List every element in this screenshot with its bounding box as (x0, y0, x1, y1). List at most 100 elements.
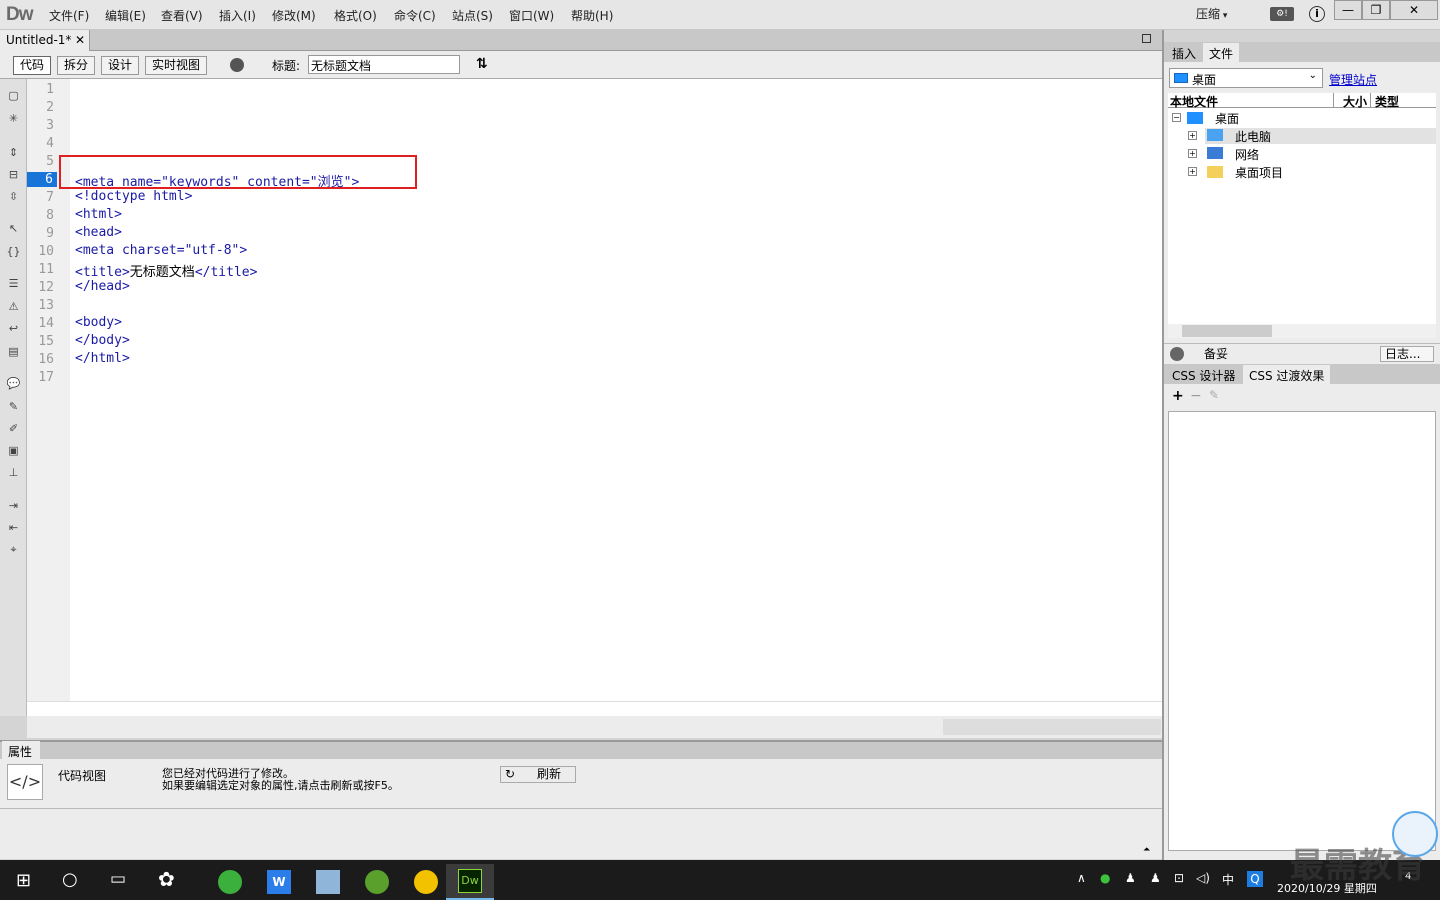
wechat-icon[interactable]: ● (1100, 871, 1110, 885)
apply-comment-icon[interactable]: 💬 (6, 377, 21, 391)
code-line-16[interactable]: </html> (75, 351, 130, 366)
search-icon[interactable]: ○ (62, 869, 78, 890)
tree-item-desktop-items[interactable]: 桌面项目 (1235, 164, 1283, 181)
workspace-switcher[interactable]: 压缩 (1196, 5, 1227, 22)
code-line-9[interactable]: <head> (75, 225, 122, 240)
highlight-invalid-code-icon[interactable]: ⚠ (6, 300, 21, 314)
tab-insert[interactable]: 插入 (1166, 43, 1203, 62)
word-wrap-icon[interactable]: ↩ (6, 322, 21, 336)
format-source-icon[interactable]: ⌖ (6, 543, 21, 557)
expand-tree-icon[interactable]: + (1188, 131, 1197, 140)
title-input[interactable]: 无标题文档 (308, 55, 460, 74)
code-line-14[interactable]: <body> (75, 315, 122, 330)
qq-icon[interactable]: ♟ (1125, 871, 1136, 885)
live-view-button[interactable]: 实时视图 (145, 56, 208, 75)
select-parent-tag-icon[interactable]: ↖ (6, 222, 21, 236)
security-icon (414, 870, 438, 894)
app-icon[interactable]: ✿ (158, 867, 175, 891)
tree-item-desktop[interactable]: 桌面 (1215, 110, 1239, 127)
code-line-10[interactable]: <meta charset="utf-8"> (75, 243, 247, 258)
menu-edit[interactable]: 编辑(E) (105, 7, 146, 24)
manage-sites-link[interactable]: 管理站点 (1329, 71, 1377, 88)
restore-icon[interactable] (1142, 34, 1151, 43)
move-css-icon[interactable]: ⊥ (6, 466, 21, 480)
tab-css-transitions[interactable]: CSS 过渡效果 (1243, 365, 1331, 384)
document-tab[interactable]: Untitled-1* ✕ (0, 30, 90, 51)
task-view-icon[interactable]: ▭ (110, 869, 126, 889)
balance-braces-icon[interactable]: {} (6, 245, 21, 259)
split-view-button[interactable]: 拆分 (57, 56, 96, 75)
log-button[interactable]: 日志... (1380, 346, 1434, 362)
editor-horizontal-scrollbar[interactable] (27, 701, 1162, 716)
taskbar-app[interactable] (304, 864, 352, 900)
menu-site[interactable]: 站点(S) (452, 7, 493, 24)
taskbar-app[interactable] (206, 864, 254, 900)
code-line-12[interactable]: </head> (75, 279, 130, 294)
collapse-tree-icon[interactable]: − (1172, 113, 1181, 122)
help-icon[interactable]: i (1309, 6, 1325, 22)
menu-file[interactable]: 文件(F) (49, 7, 89, 24)
code-view-button[interactable]: 代码 (13, 56, 52, 75)
collapse-icon[interactable]: ⏶ (1143, 845, 1150, 855)
collapse-selection-icon[interactable]: ⊟ (6, 168, 21, 182)
preview-globe-icon[interactable] (230, 58, 244, 72)
windows-start-icon[interactable]: ⊞ (16, 870, 31, 891)
menu-commands[interactable]: 命令(C) (394, 7, 436, 24)
show-code-navigator-icon[interactable]: ✳ (6, 112, 21, 126)
wrap-tag-icon[interactable]: ✐ (6, 422, 21, 436)
line-numbers-icon[interactable]: ☰ (6, 277, 21, 291)
tree-item-this-pc[interactable]: 此电脑 (1235, 128, 1271, 145)
close-tab-icon[interactable]: ✕ (75, 33, 85, 47)
taskbar-app[interactable]: W (255, 864, 303, 900)
remove-transition-icon[interactable]: − (1190, 388, 1202, 404)
site-select[interactable]: 桌面 ⌄ (1169, 68, 1323, 88)
edit-transition-icon[interactable]: ✎ (1209, 388, 1219, 402)
connect-icon[interactable] (1170, 347, 1184, 361)
menu-format[interactable]: 格式(O) (334, 7, 377, 24)
taskbar-app[interactable] (353, 864, 401, 900)
code-line-15[interactable]: </body> (75, 333, 130, 348)
tab-files[interactable]: 文件 (1203, 43, 1240, 62)
volume-icon[interactable]: ◁) (1196, 871, 1210, 885)
collapse-full-tag-icon[interactable]: ⇕ (6, 146, 21, 160)
menu-insert[interactable]: 插入(I) (219, 7, 256, 24)
expand-tree-icon[interactable]: + (1188, 167, 1197, 176)
menu-modify[interactable]: 修改(M) (272, 7, 316, 24)
network-tray-icon[interactable]: ⊡ (1174, 871, 1184, 885)
recent-snippets-icon[interactable]: ▣ (6, 444, 21, 458)
code-line-8[interactable]: <html> (75, 207, 122, 222)
chevron-up-icon[interactable]: ∧ (1077, 871, 1086, 885)
files-scroll-thumb[interactable] (1182, 325, 1272, 337)
taskbar-app[interactable] (402, 864, 450, 900)
status-bar-scroll-thumb[interactable] (943, 719, 1161, 735)
open-documents-icon[interactable]: ▢ (6, 89, 21, 103)
tree-item-network[interactable]: 网络 (1235, 146, 1259, 163)
network-icon (1207, 147, 1223, 159)
tab-css-designer[interactable]: CSS 设计器 (1166, 365, 1242, 384)
editor-vertical-scrollbar[interactable] (1150, 79, 1162, 701)
minimize-button[interactable]: — (1334, 0, 1362, 20)
ime-indicator[interactable]: 中 (1222, 871, 1234, 888)
add-transition-icon[interactable]: + (1172, 388, 1184, 404)
remove-comment-icon[interactable]: ✎ (6, 400, 21, 414)
gear-icon[interactable]: ⚙! (1270, 7, 1294, 21)
menu-window[interactable]: 窗口(W) (509, 7, 554, 24)
q-app-icon[interactable]: Q (1247, 871, 1263, 887)
properties-tab[interactable]: 属性 (2, 741, 40, 759)
code-line-11[interactable]: <title>无标题文档</title> (75, 261, 257, 280)
assistant-icon[interactable] (1392, 811, 1438, 857)
qq-icon[interactable]: ♟ (1150, 871, 1161, 885)
expand-all-icon[interactable]: ⇳ (6, 190, 21, 204)
design-view-button[interactable]: 设计 (101, 56, 140, 75)
close-button[interactable]: ✕ (1390, 0, 1438, 20)
menu-view[interactable]: 查看(V) (161, 7, 203, 24)
code-line-7[interactable]: <!doctype html> (75, 189, 192, 204)
indent-code-icon[interactable]: ⇥ (6, 499, 21, 513)
maximize-button[interactable]: ❐ (1362, 0, 1390, 20)
menu-help[interactable]: 帮助(H) (571, 7, 613, 24)
syntax-coloring-icon[interactable]: ▤ (6, 345, 21, 359)
outdent-code-icon[interactable]: ⇤ (6, 521, 21, 535)
file-transfer-icon[interactable]: ⇅ (476, 56, 488, 72)
taskbar-app-dreamweaver[interactable]: Dw (446, 864, 494, 900)
expand-tree-icon[interactable]: + (1188, 149, 1197, 158)
